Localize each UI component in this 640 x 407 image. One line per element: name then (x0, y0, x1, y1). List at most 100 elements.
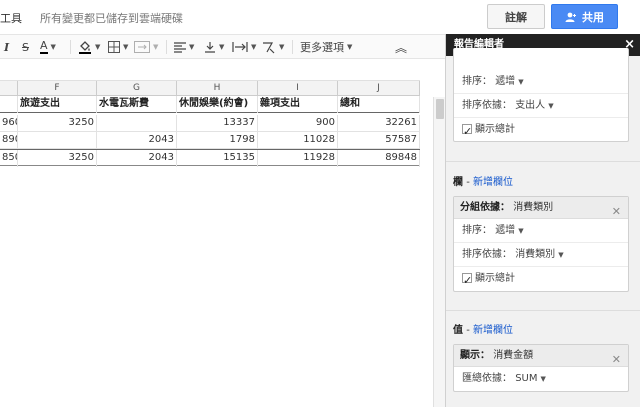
toolbar-divider (70, 40, 71, 54)
cell[interactable]: 11928 (258, 150, 338, 167)
share-button[interactable]: 共用 (551, 4, 618, 29)
fill-color-icon (79, 41, 91, 54)
cell[interactable]: 57587 (338, 132, 420, 149)
merge-cells-icon (134, 41, 150, 53)
columns-label: 欄 (453, 177, 463, 188)
cell[interactable]: 2043 (97, 132, 177, 149)
remove-icon[interactable]: ✕ (612, 201, 621, 223)
align-left-icon (174, 41, 186, 53)
fill-color-button[interactable]: ▼ (78, 39, 100, 55)
rows-group-card: 排序： 遞增▼ 排序依據： 支出人▼ 顯示總計 (453, 48, 629, 144)
sort-by-value[interactable]: 消費類別 (515, 249, 555, 260)
columns-group-card: 分組依據： 消費類別 ✕ 排序： 遞增▼ 排序依據： 消費類別▼ 顯示總計 (453, 196, 629, 293)
values-section-label: 值 - 新增欄位 (453, 325, 513, 336)
cell[interactable]: 3250 (18, 150, 97, 167)
more-options-button[interactable]: 更多選項 ▼ (300, 39, 352, 55)
column-header-g[interactable]: G (97, 81, 177, 97)
sort-order-row[interactable]: 排序： 遞增 ▼ (454, 219, 628, 243)
sort-value[interactable]: 遞增 (495, 76, 515, 87)
borders-button[interactable]: ▼ (108, 39, 128, 55)
summarize-by-row[interactable]: 匯總依據： SUM ▼ (454, 367, 628, 391)
table-row: 960 3250 13337 900 32261 (0, 115, 420, 132)
cell[interactable] (97, 115, 177, 132)
cell[interactable] (18, 132, 97, 149)
sort-order-row[interactable]: 排序： 遞增 ▼ (454, 70, 628, 94)
cell[interactable]: 水電瓦斯費 (97, 96, 177, 113)
column-header-f[interactable]: F (18, 81, 97, 97)
cell[interactable]: 850 (0, 150, 18, 167)
collapse-icon[interactable]: ︽ (395, 39, 407, 55)
person-icon (565, 12, 576, 22)
cell[interactable]: 890 (0, 132, 18, 149)
menu-tools[interactable]: 工具 (0, 10, 22, 26)
show-totals-label: 顯示總計 (475, 273, 515, 284)
group-by-value: 消費類別 (513, 202, 554, 213)
show-totals-label: 顯示總計 (475, 124, 515, 135)
share-label: 共用 (582, 10, 604, 24)
italic-icon[interactable]: I (4, 39, 9, 55)
columns-section-label: 欄 - 新增欄位 (453, 177, 513, 188)
save-status: 所有變更都已儲存到雲端硬碟 (40, 12, 183, 25)
cell[interactable]: 3250 (18, 115, 97, 132)
top-bar: 工具 所有變更都已儲存到雲端硬碟 註解 共用 (0, 0, 640, 34)
table-row: 890 2043 1798 11028 57587 (0, 132, 420, 149)
section-divider (446, 161, 640, 162)
more-options-label: 更多選項 (300, 41, 344, 54)
column-header-i[interactable]: I (258, 81, 338, 97)
sort-by-label: 排序依據： (462, 249, 512, 260)
cell[interactable]: 2043 (97, 150, 177, 167)
column-header-partial[interactable] (0, 81, 18, 97)
show-totals-row[interactable]: 顯示總計 (454, 118, 628, 144)
sort-value[interactable]: 遞增 (495, 225, 515, 236)
align-button[interactable]: ▼ (174, 39, 194, 55)
cell[interactable]: 960 (0, 115, 18, 132)
show-title: 顯示： 消費金額 ✕ (454, 345, 628, 367)
add-column-field-link[interactable]: 新增欄位 (473, 177, 513, 188)
cell[interactable]: 雜項支出 (258, 96, 338, 113)
show-label: 顯示： (460, 350, 490, 361)
sort-label: 排序： (462, 225, 492, 236)
section-divider (446, 310, 640, 311)
sort-by-row[interactable]: 排序依據： 消費類別 ▼ (454, 243, 628, 267)
text-wrap-button[interactable]: ▼ (232, 39, 256, 55)
cell[interactable]: 900 (258, 115, 338, 132)
valign-bottom-icon (205, 42, 215, 53)
group-by-title: 分組依據： 消費類別 ✕ (454, 197, 628, 219)
strikethrough-icon[interactable]: S (22, 39, 29, 55)
cell[interactable]: 15135 (177, 150, 258, 167)
add-value-field-link[interactable]: 新增欄位 (473, 325, 513, 336)
vertical-scrollbar[interactable] (433, 97, 445, 407)
column-header-h[interactable]: H (177, 81, 258, 97)
summarize-by-value[interactable]: SUM (515, 373, 537, 384)
text-color-button[interactable]: A ▼ (40, 39, 56, 55)
cell[interactable]: 89848 (338, 150, 420, 167)
cell[interactable]: 11028 (258, 132, 338, 149)
column-header-j[interactable]: J (338, 81, 420, 97)
text-rotate-button[interactable]: ▼ (262, 39, 284, 55)
cell[interactable]: 旅遊支出 (18, 96, 97, 113)
text-rotate-icon (263, 41, 275, 53)
show-totals-row[interactable]: 顯示總計 (454, 267, 628, 293)
sort-by-value[interactable]: 支出人 (515, 100, 545, 111)
toolbar-divider (292, 40, 293, 54)
cell[interactable]: 1798 (177, 132, 258, 149)
sort-by-row[interactable]: 排序依據： 支出人 ▼ (454, 94, 628, 118)
report-editor-panel: 報告編輯者 × 排序： 遞增▼ 排序依據： 支出人▼ 顯示總計 欄 - 新增欄位… (445, 34, 640, 407)
comment-button[interactable]: 註解 (487, 4, 545, 29)
remove-icon[interactable]: ✕ (612, 349, 621, 371)
scrollbar-thumb[interactable] (436, 99, 444, 119)
cell[interactable]: 總和 (338, 96, 420, 113)
format-toolbar: I S A ▼ ▼ ▼ ▼ ▼ ▼ ▼ ▼ 更多選項 ▼ ︽ (0, 34, 445, 59)
cell[interactable]: 13337 (177, 115, 258, 132)
merge-cells-button[interactable]: ▼ (134, 39, 158, 55)
values-label: 值 (453, 325, 463, 336)
checkbox-icon[interactable] (462, 120, 472, 144)
show-value: 消費金額 (493, 350, 534, 361)
cell[interactable]: 32261 (338, 115, 420, 132)
cell[interactable]: 休閒娛樂(約會) (177, 96, 258, 113)
cell[interactable] (0, 96, 18, 113)
checkbox-icon[interactable] (462, 269, 472, 293)
valign-button[interactable]: ▼ (204, 39, 224, 55)
text-color-icon: A (40, 39, 48, 54)
text-wrap-icon (232, 42, 248, 52)
